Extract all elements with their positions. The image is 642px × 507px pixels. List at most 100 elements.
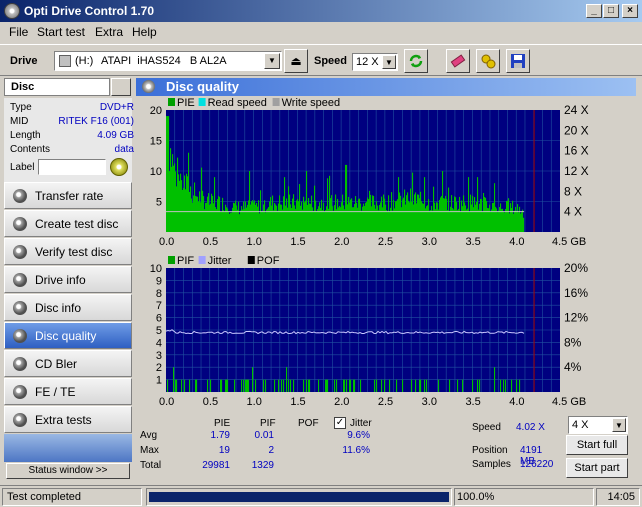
pie-bar: [242, 209, 244, 232]
y-tick-label: 6: [156, 313, 162, 325]
erase-button[interactable]: [446, 49, 470, 73]
pie-bar: [455, 197, 457, 232]
jitter-checkbox[interactable]: ✓: [334, 417, 346, 429]
pie-bar: [412, 172, 414, 232]
nav-transfer-rate[interactable]: Transfer rate: [4, 182, 132, 209]
pif-bar: [184, 379, 186, 392]
pie-bar: [468, 177, 470, 232]
pie-bar: [376, 201, 378, 232]
pie-bar: [513, 213, 515, 232]
x-tick-label: 1.0: [247, 396, 262, 408]
pie-bar: [360, 203, 362, 232]
settings-button[interactable]: [476, 49, 500, 73]
disc-label-icon[interactable]: [110, 158, 128, 176]
menu-file[interactable]: File: [9, 25, 28, 39]
minimize-button[interactable]: _: [586, 4, 602, 18]
legend-swatch: [198, 256, 206, 264]
legend-swatch: [168, 256, 175, 264]
pif-bar: [226, 379, 228, 392]
pie-bar: [240, 210, 242, 232]
pif-bar: [286, 367, 288, 392]
speed-select-value: 12 X: [356, 56, 379, 68]
pif-bar: [457, 379, 459, 392]
nav-verify-test-disc[interactable]: Verify test disc: [4, 238, 132, 265]
pie-bar: [214, 177, 216, 232]
save-button[interactable]: [506, 49, 530, 73]
disc-label-input[interactable]: [38, 159, 106, 175]
refresh-button[interactable]: [404, 49, 428, 73]
nav-create-test-disc[interactable]: Create test disc: [4, 210, 132, 237]
pie-bar: [393, 199, 395, 232]
progress-bar-fill: [149, 492, 449, 502]
pie-bar: [325, 210, 327, 232]
pif-bar: [477, 379, 479, 392]
menu-extra[interactable]: Extra: [95, 25, 123, 39]
menu-help[interactable]: Help: [132, 25, 157, 39]
pie-bar: [293, 194, 295, 232]
disc-color-button[interactable]: [111, 78, 131, 96]
menu-start-test[interactable]: Start test: [37, 25, 85, 39]
pie-bar: [203, 196, 205, 232]
start-full-button[interactable]: Start full: [566, 435, 628, 455]
pie-bar: [278, 203, 280, 232]
pif-bar: [196, 379, 198, 392]
speed-select[interactable]: 12 X ▼: [352, 53, 398, 71]
nav-cd-bler[interactable]: CD Bler: [4, 350, 132, 377]
eject-button[interactable]: ⏏: [284, 49, 308, 73]
pie-bar: [341, 202, 343, 232]
pie-bar: [388, 195, 390, 232]
chevron-down-icon[interactable]: ▼: [382, 55, 396, 69]
pif-bar: [181, 379, 183, 392]
pie-bar: [321, 199, 323, 232]
pie-bar: [482, 211, 484, 232]
chevron-down-icon[interactable]: ▼: [264, 53, 280, 69]
chevron-down-icon[interactable]: ▼: [612, 418, 626, 432]
pie-bar: [316, 210, 318, 232]
pie-bar: [423, 203, 425, 232]
pie-bar: [478, 209, 480, 232]
speed-stat-value: 4.02 X: [516, 422, 545, 433]
start-part-button[interactable]: Start part: [566, 458, 628, 478]
eject-icon: ⏏: [290, 54, 302, 68]
stats-panel: PIE PIF POF ✓ Jitter Avg 1.79 0.01 9.6% …: [136, 412, 636, 484]
pie-bar: [296, 200, 298, 232]
test-speed-select[interactable]: 4 X ▼: [568, 416, 628, 434]
nav-drive-info[interactable]: Drive info: [4, 266, 132, 293]
pie-bar: [259, 213, 261, 232]
y2-tick-label: 16 X: [564, 144, 589, 158]
nav-fe-te[interactable]: FE / TE: [4, 378, 132, 405]
maximize-button[interactable]: □: [603, 4, 619, 18]
y-tick-label: 7: [156, 300, 162, 312]
pie-bar: [506, 200, 508, 232]
stats-header-pof: POF: [298, 418, 319, 429]
pie-bar: [352, 207, 354, 232]
close-button[interactable]: ×: [622, 4, 638, 18]
nav-disc-quality[interactable]: Disc quality: [4, 322, 132, 349]
pie-bar: [377, 205, 379, 232]
nav-disc-info[interactable]: Disc info: [4, 294, 132, 321]
pie-bar: [305, 200, 307, 232]
pie-bar: [329, 175, 331, 232]
nav-extra-tests[interactable]: Extra tests: [4, 406, 132, 433]
pie-bar: [205, 202, 207, 232]
pif-bar: [411, 379, 413, 392]
pie-bar: [459, 196, 461, 232]
speed-label: Speed: [314, 55, 348, 67]
window-title: Opti Drive Control 1.70: [24, 4, 155, 18]
pie-bar: [250, 204, 252, 232]
pie-bar: [349, 202, 351, 232]
pie-bar: [313, 210, 315, 232]
pif-bar: [438, 379, 440, 392]
pif-bar: [519, 379, 521, 392]
legend-label: PIE: [177, 97, 195, 109]
pie-bar: [433, 186, 435, 232]
drive-select[interactable]: (H:) ATAPI iHAS524 B AL2A ▼: [54, 51, 282, 71]
status-window-button[interactable]: Status window >>: [6, 463, 130, 479]
pie-bar: [328, 208, 330, 232]
pie-bar: [175, 171, 177, 232]
stats-header-jitter: Jitter: [350, 418, 372, 429]
pif-bar: [344, 379, 346, 392]
pie-bar: [428, 199, 430, 232]
legend-swatch: [168, 98, 175, 106]
pie-bar: [409, 202, 411, 232]
